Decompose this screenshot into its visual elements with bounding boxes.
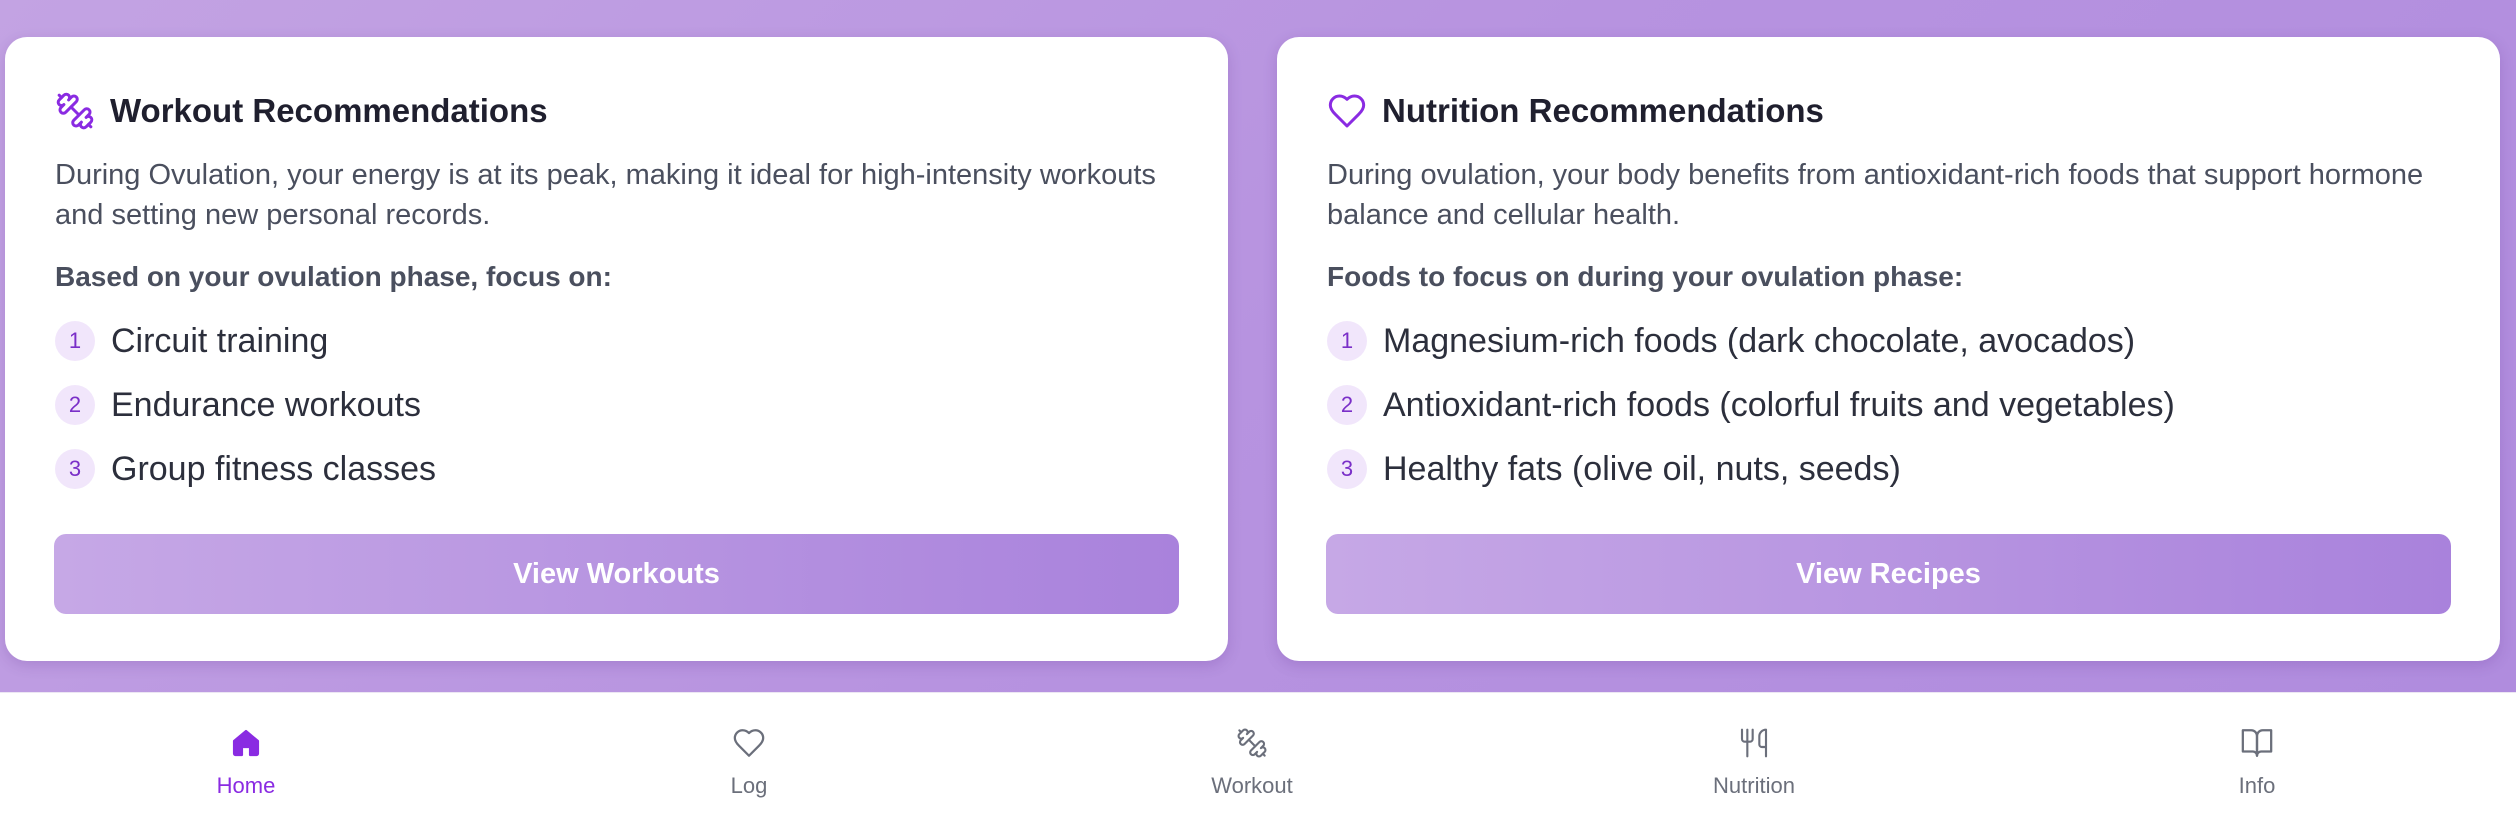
list-item-text: Circuit training: [111, 321, 329, 360]
list-item-text: Healthy fats (olive oil, nuts, seeds): [1383, 449, 1901, 488]
list-number: 3: [55, 449, 95, 489]
nutrition-recommendations-card: Nutrition Recommendations During ovulati…: [1277, 37, 2500, 661]
view-recipes-button[interactable]: View Recipes: [1326, 534, 2451, 614]
bottom-navigation: Home Log Workout Nutrition Info: [0, 692, 2516, 828]
focus-label: Based on your ovulation phase, focus on:: [55, 261, 612, 292]
list-number: 3: [1327, 449, 1367, 489]
view-workouts-button[interactable]: View Workouts: [54, 534, 1179, 614]
book-open-icon: [2237, 723, 2277, 763]
nav-label: Workout: [1211, 773, 1293, 798]
list-item-text: Antioxidant-rich foods (colorful fruits …: [1383, 385, 2175, 424]
nav-label: Log: [730, 773, 768, 798]
list-item-text: Group fitness classes: [111, 449, 437, 488]
nav-item-home[interactable]: Home: [146, 723, 346, 799]
list-item-text: Endurance workouts: [111, 385, 421, 424]
list-number: 2: [55, 385, 95, 425]
dumbbell-icon: [1232, 723, 1272, 763]
list-number: 1: [1327, 321, 1367, 361]
list-item: 3 Healthy fats (olive oil, nuts, seeds): [1327, 437, 2450, 501]
workout-recommendations-card: Workout Recommendations During Ovulation…: [5, 37, 1228, 661]
utensils-icon: [1734, 723, 1774, 763]
workout-list: 1 Circuit training 2 Endurance workouts …: [55, 309, 1178, 501]
nav-item-log[interactable]: Log: [649, 723, 849, 799]
nav-label: Info: [2238, 773, 2276, 798]
card-header: Workout Recommendations: [55, 89, 1178, 133]
nav-label: Nutrition: [1713, 773, 1795, 798]
nav-label: Home: [216, 773, 276, 798]
list-item: 3 Group fitness classes: [55, 437, 1178, 501]
nutrition-list: 1 Magnesium-rich foods (dark chocolate, …: [1327, 309, 2450, 501]
list-item: 2 Endurance workouts: [55, 373, 1178, 437]
list-item: 1 Magnesium-rich foods (dark chocolate, …: [1327, 309, 2450, 373]
nav-item-workout[interactable]: Workout: [1152, 723, 1352, 799]
card-header: Nutrition Recommendations: [1327, 89, 2450, 133]
heart-icon: [1327, 91, 1367, 131]
heart-icon: [729, 723, 769, 763]
focus-label: Foods to focus on during your ovulation …: [1327, 261, 1964, 292]
list-number: 2: [1327, 385, 1367, 425]
card-title: Nutrition Recommendations: [1382, 92, 1824, 129]
card-description: During ovulation, your body benefits fro…: [1327, 159, 2424, 231]
list-item-text: Magnesium-rich foods (dark chocolate, av…: [1383, 321, 2136, 360]
dumbbell-icon: [55, 91, 95, 131]
nav-item-nutrition[interactable]: Nutrition: [1654, 723, 1854, 799]
card-description: During Ovulation, your energy is at its …: [55, 159, 1156, 231]
nav-item-info[interactable]: Info: [2157, 723, 2357, 799]
list-number: 1: [55, 321, 95, 361]
list-item: 1 Circuit training: [55, 309, 1178, 373]
home-icon: [226, 723, 266, 763]
list-item: 2 Antioxidant-rich foods (colorful fruit…: [1327, 373, 2450, 437]
card-title: Workout Recommendations: [110, 92, 548, 129]
